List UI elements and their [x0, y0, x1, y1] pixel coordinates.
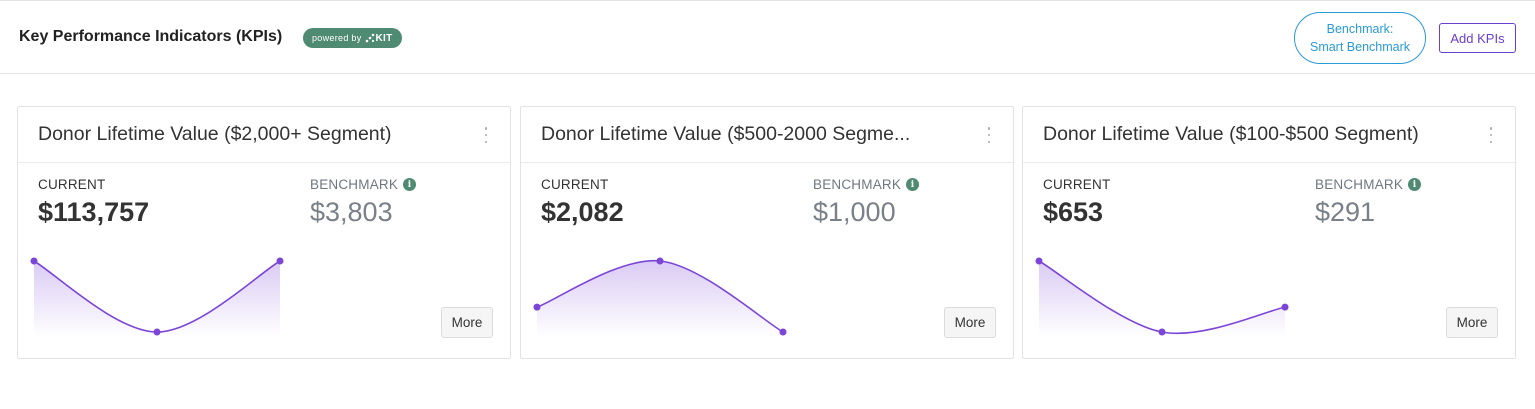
benchmark-value: $291 — [1315, 197, 1376, 227]
sparkline-area — [34, 261, 280, 337]
sparkline-point — [276, 257, 284, 265]
powered-by-text: powered by — [312, 33, 362, 43]
sparkline-point — [1158, 328, 1166, 336]
benchmark-label-text: BENCHMARK — [813, 177, 902, 192]
current-label: CURRENT — [1043, 177, 1111, 192]
sparkline-point — [779, 328, 787, 336]
sparkline-area — [537, 260, 783, 337]
kpi-card-header: Donor Lifetime Value ($100-$500 Segment) — [1023, 107, 1515, 163]
kpi-card-title: Donor Lifetime Value ($100-$500 Segment) — [1043, 123, 1419, 145]
kit-logo-text: KIT — [375, 32, 393, 44]
current-value: $113,757 — [38, 197, 150, 227]
kpi-header: Key Performance Indicators (KPIs) powere… — [0, 1, 1535, 74]
sparkline-point — [1281, 303, 1289, 311]
kpi-card-header: Donor Lifetime Value ($2,000+ Segment) — [18, 107, 510, 163]
benchmark-selector-button[interactable]: Benchmark: Smart Benchmark — [1294, 12, 1426, 64]
benchmark-value: $1,000 — [813, 197, 896, 227]
sparkline-point — [656, 257, 664, 265]
kit-logo: KIT — [365, 33, 393, 44]
kpi-card-header: Donor Lifetime Value ($500-2000 Segme... — [521, 107, 1013, 163]
info-icon[interactable]: i — [1408, 178, 1422, 191]
benchmark-value: $3,803 — [310, 197, 393, 227]
kit-logo-icon — [365, 33, 374, 43]
trend-sparkline — [30, 257, 284, 337]
benchmark-button-label: Benchmark: — [1326, 22, 1394, 36]
sparkline-point — [153, 328, 161, 336]
more-button[interactable]: More — [1446, 307, 1498, 338]
powered-by-badge: powered by KIT — [303, 28, 402, 48]
more-options-icon[interactable] — [1487, 127, 1495, 143]
kpi-card-title: Donor Lifetime Value ($500-2000 Segme... — [541, 123, 911, 145]
page-title: Key Performance Indicators (KPIs) — [19, 28, 283, 45]
trend-sparkline — [1035, 257, 1289, 337]
info-icon[interactable]: i — [906, 178, 920, 191]
benchmark-label: BENCHMARK i — [1315, 177, 1422, 192]
kpi-card: Donor Lifetime Value ($2,000+ Segment) C… — [17, 106, 511, 359]
sparkline-area — [1039, 261, 1285, 337]
more-options-icon[interactable] — [482, 127, 490, 143]
current-label: CURRENT — [38, 177, 106, 192]
kpi-card: Donor Lifetime Value ($100-$500 Segment)… — [1022, 106, 1516, 359]
add-kpis-button[interactable]: Add KPIs — [1439, 23, 1516, 53]
benchmark-label-text: BENCHMARK — [310, 177, 399, 192]
kpi-card: Donor Lifetime Value ($500-2000 Segme...… — [520, 106, 1014, 359]
info-icon[interactable]: i — [403, 178, 417, 191]
benchmark-label: BENCHMARK i — [813, 177, 920, 192]
benchmark-button-value: Smart Benchmark — [1309, 40, 1411, 54]
kpi-card-title: Donor Lifetime Value ($2,000+ Segment) — [38, 123, 392, 145]
current-value: $653 — [1043, 197, 1104, 227]
benchmark-label: BENCHMARK i — [310, 177, 417, 192]
more-options-icon[interactable] — [985, 127, 993, 143]
current-value: $2,082 — [541, 197, 624, 227]
sparkline-point — [30, 257, 38, 265]
more-button[interactable]: More — [944, 307, 996, 338]
trend-sparkline — [533, 257, 787, 337]
more-button[interactable]: More — [441, 307, 493, 338]
sparkline-point — [533, 303, 541, 311]
sparkline-point — [1035, 257, 1043, 265]
benchmark-label-text: BENCHMARK — [1315, 177, 1404, 192]
current-label: CURRENT — [541, 177, 609, 192]
